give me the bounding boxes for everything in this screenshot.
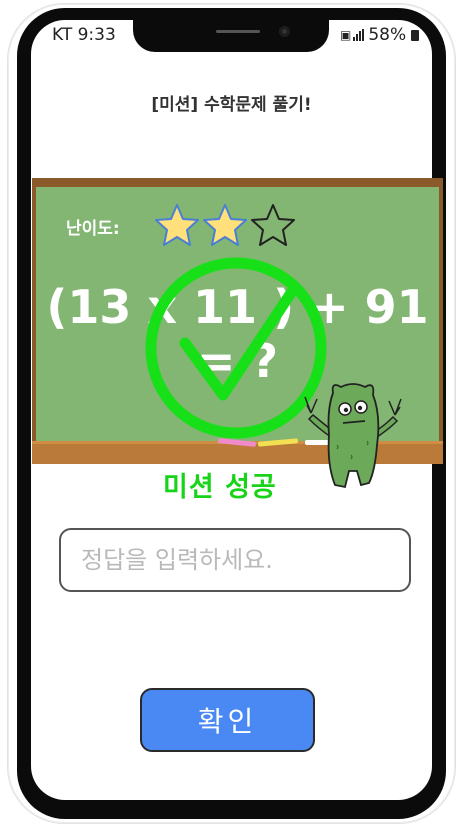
star-filled-icon [203,204,247,246]
confirm-button[interactable]: 확인 [140,688,315,752]
nfc-icon: ▣ [340,28,352,42]
notch [133,20,329,52]
star-filled-icon [155,204,199,246]
battery-percent: 58% [368,25,407,45]
star-empty-icon [251,204,295,246]
mission-title: [미션] 수학문제 풀기! [151,95,312,115]
status-carrier-time: KT 9:33 [52,25,116,45]
speaker-grille [216,30,260,33]
front-camera [279,26,290,37]
status-indicators: ▣ 58% [340,25,420,45]
mission-success-text: 미션 성공 [163,472,277,503]
answer-input[interactable] [59,528,411,592]
difficulty-stars [153,202,297,250]
success-check-icon [145,257,327,439]
monster-mascot [304,383,402,489]
signal-icon [353,29,365,41]
battery-icon [411,29,420,41]
difficulty-label: 난이도: [66,219,120,239]
